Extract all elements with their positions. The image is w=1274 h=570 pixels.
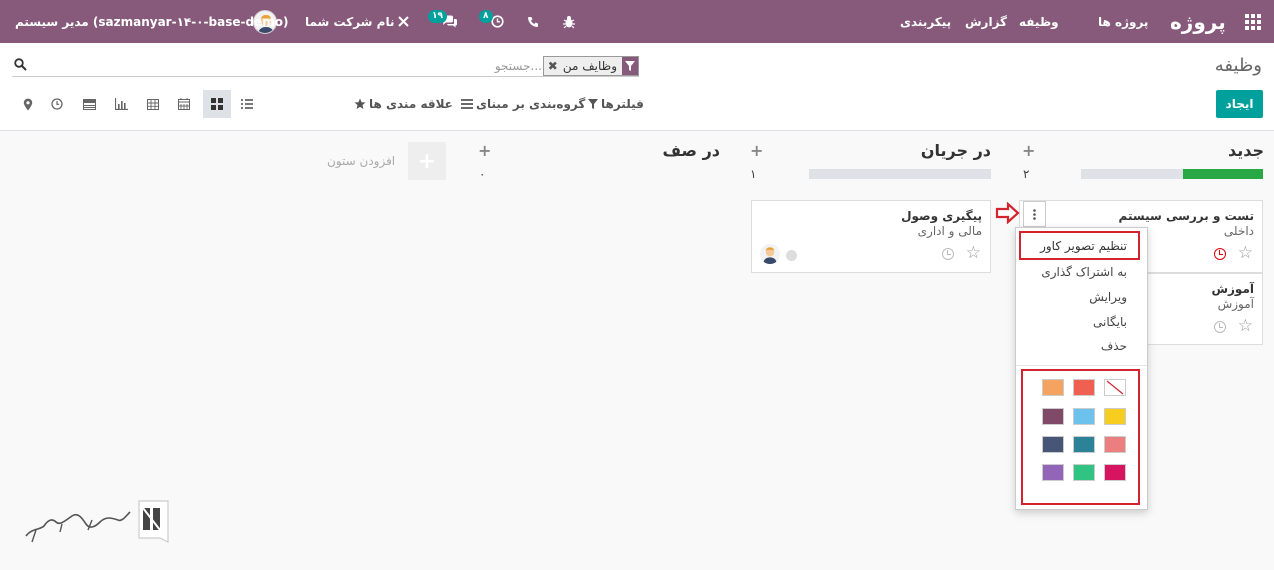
chat-count-badge: ۱۹: [428, 10, 447, 23]
column-count: ۰: [479, 167, 486, 181]
column-title-in-progress[interactable]: در جریان: [921, 141, 991, 160]
card-title: آموزش: [1211, 282, 1254, 296]
card-title: تست و بررسی سیستم: [1118, 209, 1254, 223]
activity-count-badge: ۸: [479, 10, 493, 23]
map-view-icon[interactable]: [16, 90, 40, 118]
app-brand[interactable]: پروژه: [1170, 0, 1226, 43]
favorites-button[interactable]: علاقه مندی ها: [354, 97, 453, 111]
filters-label: فیلترها: [601, 97, 644, 111]
list-view-icon[interactable]: [235, 90, 259, 118]
priority-star-icon[interactable]: ☆: [1238, 316, 1253, 336]
filter-icon: [588, 99, 598, 109]
progress-fill: [1182, 169, 1263, 179]
pivot-view-icon[interactable]: [141, 90, 165, 118]
column-title-new[interactable]: جدید: [1228, 141, 1264, 160]
status-dot[interactable]: [786, 250, 797, 261]
top-navbar: پروژه پروژه ها وظیفه گزارش پیکربندی ۸ ۱۹…: [0, 0, 1274, 43]
apps-menu-icon[interactable]: [1245, 0, 1261, 43]
menu-configuration[interactable]: پیکربندی: [900, 0, 951, 43]
column-count: ۲: [1023, 167, 1030, 181]
column-count: ۱: [750, 167, 757, 181]
assignee-avatar: [760, 244, 780, 264]
menu-item-share[interactable]: به اشتراک گذاری: [1041, 265, 1127, 279]
add-column-button[interactable]: +: [408, 142, 446, 180]
favorites-label: علاقه مندی ها: [369, 97, 453, 111]
search-facet[interactable]: ✖ وظایف من: [542, 56, 639, 76]
groupby-button[interactable]: گروه‌بندی بر مبنای: [461, 97, 585, 111]
facet-remove-icon[interactable]: ✖: [544, 57, 558, 75]
activity-clock-icon[interactable]: [942, 248, 954, 260]
priority-star-icon[interactable]: ☆: [966, 243, 981, 263]
watermark-logo: [22, 500, 170, 545]
highlight-box: [1019, 231, 1140, 260]
control-panel: وظیفه ✖ وظایف من جستجو... ایجاد فیلترها …: [0, 43, 1274, 131]
menu-divider: [1016, 365, 1147, 366]
activity-clock-icon[interactable]: [1214, 321, 1226, 333]
kanban-card[interactable]: پیگیری وصول مالی و اداری ☆: [751, 200, 991, 273]
calendar-view-icon[interactable]: [172, 90, 196, 118]
activity-view-icon[interactable]: [45, 90, 69, 118]
phone-icon[interactable]: [527, 0, 539, 43]
highlight-box: [1021, 369, 1140, 505]
arrow-icon: [995, 201, 1021, 227]
kanban-view-icon[interactable]: [203, 90, 231, 118]
company-switch-icon[interactable]: [397, 0, 410, 43]
activity-clock-icon[interactable]: [491, 0, 504, 43]
priority-star-icon[interactable]: ☆: [1238, 243, 1253, 263]
menu-tasks[interactable]: وظیفه: [1019, 0, 1059, 43]
card-menu-toggle[interactable]: [1023, 201, 1046, 227]
column-add-card-icon[interactable]: +: [478, 141, 491, 160]
menu-item-delete[interactable]: حذف: [1101, 339, 1127, 353]
card-title: پیگیری وصول: [901, 209, 982, 223]
column-progress-bar[interactable]: [809, 169, 991, 179]
debug-icon[interactable]: [562, 0, 576, 43]
graph-view-icon[interactable]: [109, 90, 133, 118]
menu-reporting[interactable]: گزارش: [965, 0, 1007, 43]
card-subtitle: مالی و اداری: [917, 224, 982, 238]
bars-icon: [461, 99, 473, 109]
company-name[interactable]: نام شرکت شما: [305, 0, 394, 43]
card-subtitle: آموزش: [1217, 297, 1254, 311]
column-title-queue[interactable]: در صف: [662, 141, 720, 160]
column-progress-bar[interactable]: [1081, 169, 1263, 179]
filters-button[interactable]: فیلترها: [588, 97, 644, 111]
search-bar[interactable]: ✖ وظایف من جستجو...: [12, 55, 639, 77]
groupby-label: گروه‌بندی بر مبنای: [476, 97, 586, 111]
facet-value: وظایف من: [562, 59, 617, 73]
column-add-card-icon[interactable]: +: [750, 141, 763, 160]
user-name[interactable]: مدیر سیستم (sazmanyar-۱۴-۰-base-demo): [15, 0, 288, 43]
search-icon[interactable]: [14, 58, 27, 74]
breadcrumb-title: وظیفه: [1214, 55, 1262, 76]
card-subtitle: داخلی: [1223, 224, 1254, 238]
menu-item-archive[interactable]: بایگانی: [1093, 315, 1127, 329]
column-add-card-icon[interactable]: +: [1022, 141, 1035, 160]
add-column-label[interactable]: افزودن ستون: [327, 154, 395, 168]
create-button[interactable]: ایجاد: [1216, 90, 1263, 118]
cohort-view-icon[interactable]: [77, 90, 101, 118]
menu-projects[interactable]: پروژه ها: [1098, 0, 1148, 43]
search-input[interactable]: جستجو...: [495, 59, 542, 73]
filter-icon: [622, 57, 638, 75]
menu-item-edit[interactable]: ویرایش: [1089, 290, 1127, 304]
activity-overdue-icon[interactable]: [1214, 248, 1226, 260]
star-icon: [354, 98, 366, 109]
